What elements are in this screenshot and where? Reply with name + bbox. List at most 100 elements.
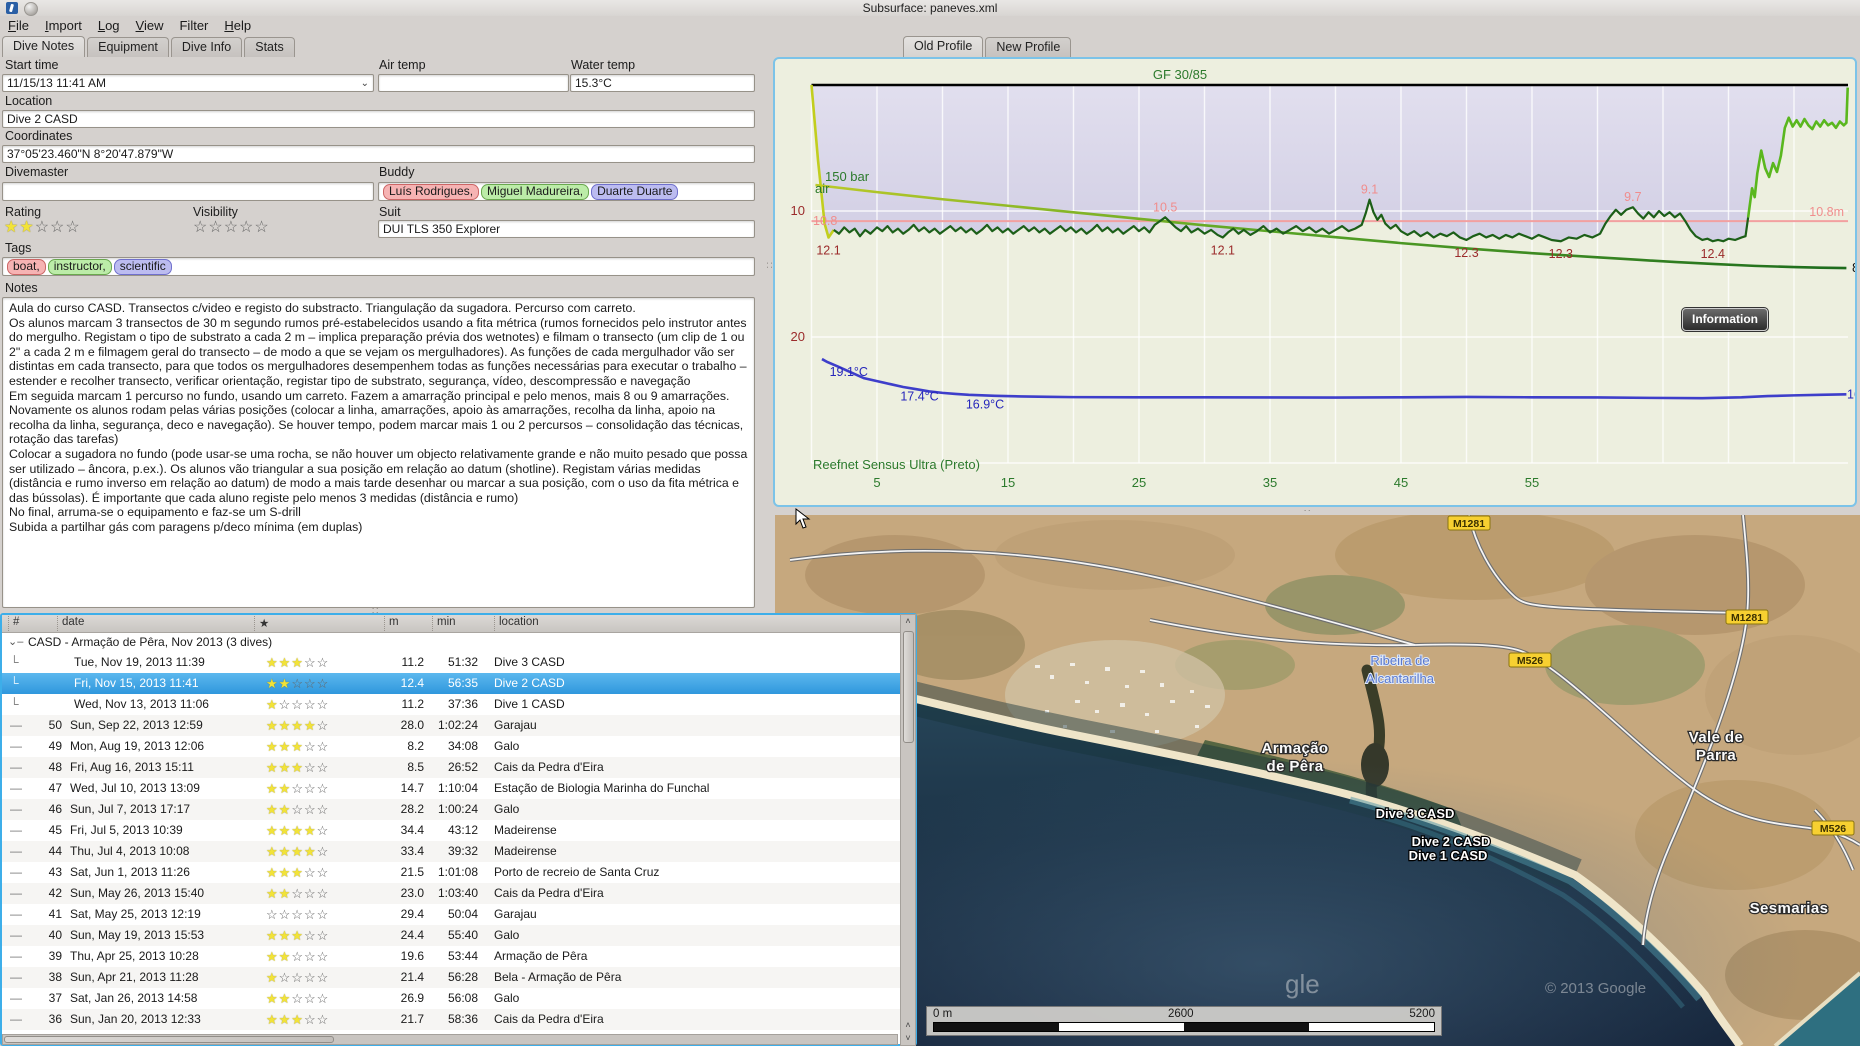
menu-log[interactable]: Log [90,16,128,35]
coordinates-value: 37°05'23.460"N 8°20'47.879"W [7,147,174,161]
scale-start: 0 m [933,1008,953,1020]
dive-row[interactable]: —41 Sat, May 25, 2013 12:19 ☆☆☆☆☆ 29.4 50:04… [2,904,915,925]
scroll-up2-icon[interactable]: ˄ [901,1019,915,1031]
svg-text:9.1: 9.1 [1361,183,1378,197]
tags-label: Tags [5,241,32,255]
vscroll-thumb[interactable] [903,631,914,743]
menu-file[interactable]: File [0,16,37,35]
dive-row[interactable]: —45 Fri, Jul 5, 2013 10:39 ★★★★☆ 34.4 43:12 M… [2,820,915,841]
diver-app-icon [6,2,18,14]
divemaster-input[interactable] [2,182,374,201]
dive-row[interactable]: —38 Sun, Apr 21, 2013 11:28 ★☆☆☆☆ 21.4 56:28… [2,967,915,988]
scale-segments [933,1022,1435,1032]
dive-profile-chart[interactable]: GF 30/85 10 20 5 15 25 35 45 55 Reefnet Sensus Ul… [773,57,1857,507]
dive-list-header[interactable]: # date ★ m min location [2,615,915,633]
col-header-5[interactable]: location [494,616,539,631]
buddy-chip: Miguel Madureira, [481,183,590,200]
svg-text:Parra: Parra [1696,747,1737,764]
hscroll-thumb[interactable] [4,1036,334,1043]
svg-text:M1281: M1281 [1731,612,1763,624]
tab-new-profile[interactable]: New Profile [985,37,1072,57]
col-header-4[interactable]: min [432,616,456,631]
location-label: Location [5,94,53,108]
svg-text:Alcantarilha: Alcantarilha [1366,671,1435,686]
dive-row[interactable]: —39 Thu, Apr 25, 2013 10:28 ★★☆☆☆ 19.6 53:44… [2,946,915,967]
dive-row[interactable]: └ Wed, Nov 13, 2013 11:06 ★☆☆☆☆ 11.2 37:36 Di… [2,694,915,715]
dive-list-vscrollbar[interactable]: ˄ ˄ ˅ [900,614,916,1046]
dive-site-label[interactable]: Dive 3 CASD [1374,805,1455,822]
dive-row[interactable]: —49 Mon, Aug 19, 2013 12:06 ★★★☆☆ 8.2 34:08 G… [2,736,915,757]
menu-view[interactable]: View [128,16,172,35]
suit-value: DUI TLS 350 Explorer [383,222,501,236]
window-button-icon[interactable] [24,2,38,16]
col-header-0[interactable]: # [8,616,19,631]
dive-list-hscrollbar[interactable] [2,1034,898,1045]
scale-mid: 2600 [1167,1008,1194,1020]
tab-old-profile[interactable]: Old Profile [903,36,984,57]
air-temp-input[interactable] [378,74,569,92]
svg-text:12.3: 12.3 [1549,247,1573,261]
start-time-input[interactable]: 11/15/13 11:41 AM ⌄ [2,74,374,92]
chevron-down-icon[interactable]: ⌄ [361,78,369,89]
water-temp-input[interactable]: 15.3°C [570,74,755,92]
title-bar[interactable]: Subsurface: paneves.xml [0,0,1860,16]
menu-bar: File Import Log View Filter Help [0,16,1860,36]
dive-site-label[interactable]: Dive 1 CASD [1407,847,1488,864]
scroll-down-icon[interactable]: ˅ [901,1032,915,1044]
rating-stars[interactable]: ★★☆☆☆ [4,217,81,237]
svg-text:12.3: 12.3 [1454,246,1478,260]
trip-header-row[interactable]: ⌄– CASD - Armação de Pêra, Nov 2013 (3 di… [2,633,915,652]
profile-plot: GF 30/85 10 20 5 15 25 35 45 55 Reefnet Sensus Ul… [791,67,1855,490]
dive-row[interactable]: —42 Sun, May 26, 2013 15:40 ★★☆☆☆ 23.0 1:03:… [2,883,915,904]
tag-chip: boat, [7,258,46,275]
location-value: Dive 2 CASD [7,112,78,126]
suit-input[interactable]: DUI TLS 350 Explorer [378,220,755,238]
dive-list-body: ⌄– CASD - Armação de Pêra, Nov 2013 (3 di… [2,633,915,1030]
buddy-chip: Luís Rodrigues, [383,183,480,200]
visibility-stars[interactable]: ☆☆☆☆☆ [193,217,270,237]
location-input[interactable]: Dive 2 CASD [2,110,755,128]
svg-text:Sesmarias: Sesmarias [1750,900,1829,917]
dive-row[interactable]: —36 Sun, Jan 20, 2013 12:33 ★★★☆☆ 21.7 58:36… [2,1009,915,1030]
menu-filter[interactable]: Filter [171,16,216,35]
dive-row[interactable]: —40 Sun, May 19, 2013 15:53 ★★★☆☆ 24.4 55:40… [2,925,915,946]
svg-text:12.4: 12.4 [1701,247,1725,261]
dive-row[interactable]: —50 Sun, Sep 22, 2013 12:59 ★★★★☆ 28.0 1:02:… [2,715,915,736]
start-time-label: Start time [5,58,59,72]
col-header-2[interactable]: ★ [254,616,269,631]
dive-site-map[interactable]: M526 M1281 M1281 M526 Armação de Pêra Ribeira… [685,510,1860,1046]
road-badge-m526: M526 [1811,820,1855,836]
svg-text:45: 45 [1394,475,1408,490]
information-tooltip-button[interactable]: Information [1681,307,1769,332]
dive-row[interactable]: —46 Sun, Jul 7, 2013 17:17 ★★☆☆☆ 28.2 1:00:2… [2,799,915,820]
dive-row[interactable]: —48 Fri, Aug 16, 2013 15:11 ★★★☆☆ 8.5 26:52 C… [2,757,915,778]
tab-stats[interactable]: Stats [244,37,295,57]
scroll-up-icon[interactable]: ˄ [901,615,915,628]
tab-equipment[interactable]: Equipment [87,37,169,57]
svg-text:35: 35 [1263,475,1277,490]
svg-text:Ribeira de: Ribeira de [1370,653,1429,668]
col-header-1[interactable]: date [57,616,84,631]
dive-row[interactable]: —43 Sat, Jun 1, 2013 11:26 ★★★☆☆ 21.5 1:01:0… [2,862,915,883]
map-scale-bar: 0 m 2600 5200 [926,1006,1442,1036]
tags-input[interactable]: boat, instructor, scientific [2,257,755,276]
dive-row[interactable]: —47 Wed, Jul 10, 2013 13:09 ★★☆☆☆ 14.7 1:10:… [2,778,915,799]
tab-dive-notes[interactable]: Dive Notes [2,36,86,57]
divemaster-label: Divemaster [5,165,69,179]
menu-import[interactable]: Import [37,16,90,35]
buddy-input[interactable]: Luís Rodrigues, Miguel Madureira, Duarte D… [378,182,755,201]
subsurface-window: Subsurface: paneves.xml File Import Log Vie… [0,0,1860,1046]
dive-row[interactable]: └ Tue, Nov 19, 2013 11:39 ★★★☆☆ 11.2 51:32 Di… [2,652,915,673]
coordinates-input[interactable]: 37°05'23.460"N 8°20'47.879"W [2,145,755,163]
notes-textarea[interactable]: Aula do curso CASD. Transectos c/video e… [2,297,755,608]
dive-row-selected[interactable]: └ Fri, Nov 15, 2013 11:41 ★★☆☆☆ 12.4 56:35 Di… [2,673,915,694]
svg-text:10.5: 10.5 [1153,200,1177,214]
menu-help[interactable]: Help [216,16,259,35]
tab-dive-info[interactable]: Dive Info [170,37,243,57]
road-badge-m1281: M1281 [1447,515,1491,531]
dive-row[interactable]: —44 Thu, Jul 4, 2013 10:08 ★★★★☆ 33.4 39:32 M… [2,841,915,862]
col-header-3[interactable]: m [384,616,399,631]
dive-site-label[interactable]: Dive 2 CASD [1410,833,1491,850]
dive-list-table[interactable]: # date ★ m min location ⌄– CASD - Armação de P… [0,613,917,1046]
dive-row[interactable]: —37 Sat, Jan 26, 2013 14:58 ★★☆☆☆ 26.9 56:08… [2,988,915,1009]
